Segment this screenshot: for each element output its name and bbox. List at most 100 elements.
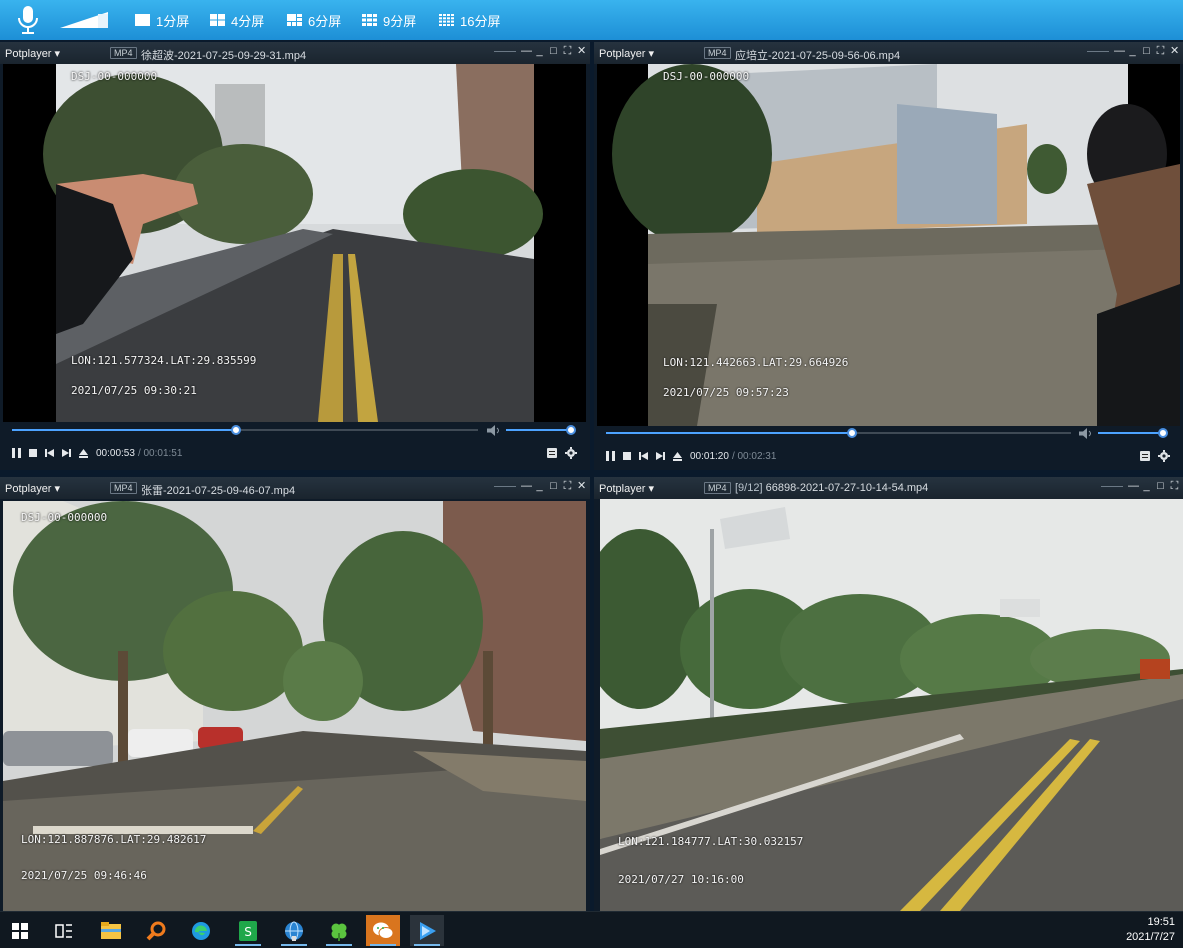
taskbar-wechat[interactable]: [366, 915, 400, 946]
taskbar-spreadsheet[interactable]: S: [231, 915, 265, 946]
taskbar-file-explorer[interactable]: [94, 915, 128, 946]
taskbar-clover[interactable]: [322, 915, 356, 946]
pin-button[interactable]: —: [1128, 481, 1139, 492]
fullscreen-button[interactable]: ⛶: [1170, 481, 1179, 492]
layout-16-button[interactable]: 16分屏: [439, 11, 500, 29]
stop-icon[interactable]: [29, 449, 37, 457]
potplayer-menu[interactable]: Potplayer ▾: [5, 47, 60, 60]
task-view-button[interactable]: [47, 915, 81, 946]
volume-slider[interactable]: [1098, 428, 1168, 438]
osd-datetime: 2021/07/25 09:30:21: [71, 384, 197, 397]
eject-icon[interactable]: [673, 451, 682, 461]
minimize-button[interactable]: _: [535, 481, 544, 492]
osd-coordinates: LON:121.887876.LAT:29.482617: [21, 833, 207, 846]
minimize-button[interactable]: _: [1142, 481, 1151, 492]
fullscreen-button[interactable]: ⛶: [563, 46, 572, 57]
previous-icon[interactable]: [639, 452, 648, 460]
fullscreen-button[interactable]: ⛶: [563, 481, 572, 492]
potplayer-menu[interactable]: Potplayer ▾: [5, 482, 60, 495]
system-clock[interactable]: 19:51 2021/7/27: [1126, 915, 1175, 945]
pause-icon[interactable]: [606, 451, 615, 461]
next-icon[interactable]: [62, 449, 71, 457]
clover-app-icon: [331, 923, 347, 941]
speaker-icon[interactable]: [487, 425, 503, 436]
maximize-button[interactable]: □: [549, 46, 558, 57]
player-title-bar[interactable]: Potplayer ▾ MP4 徐超波-2021-07-25-09-29-31.…: [0, 42, 590, 64]
player-title-bar[interactable]: Potplayer ▾ MP4 [9/12] 66898-2021-07-27-…: [594, 477, 1183, 499]
taskbar-edge[interactable]: [184, 915, 218, 946]
running-indicator: [281, 944, 307, 946]
player-title-bar[interactable]: Potplayer ▾ MP4 张雷-2021-07-25-09-46-07.m…: [0, 477, 590, 499]
minimize-button[interactable]: _: [1128, 46, 1137, 57]
layout-9-icon: [362, 14, 377, 26]
total-time: / 00:02:31: [731, 450, 777, 462]
eject-icon[interactable]: [79, 448, 88, 458]
layout-1-label: 1分屏: [156, 13, 190, 29]
pause-icon[interactable]: [12, 448, 21, 458]
previous-icon[interactable]: [45, 449, 54, 457]
layout-16-label: 16分屏: [460, 13, 501, 29]
windows-start-icon: [12, 922, 28, 939]
volume-handle[interactable]: [566, 425, 576, 435]
speaker-icon[interactable]: [1079, 428, 1095, 439]
close-button[interactable]: ✕: [1170, 46, 1179, 57]
playlist-icon[interactable]: [547, 448, 557, 458]
taskbar-potplayer[interactable]: [410, 915, 444, 946]
format-badge: MP4: [110, 482, 137, 494]
player-title-bar[interactable]: Potplayer ▾ MP4 应培立-2021-07-25-09-56-06.…: [594, 42, 1183, 64]
video-scene: [3, 501, 586, 911]
settings-gear-icon[interactable]: [565, 447, 577, 459]
svg-text:S: S: [244, 925, 252, 939]
osd-device-id: DSJ-00-000000: [71, 70, 158, 83]
video-scene: [597, 64, 1180, 426]
player-pane-3[interactable]: Potplayer ▾ MP4 张雷-2021-07-25-09-46-07.m…: [0, 477, 590, 911]
player-pane-2[interactable]: Potplayer ▾ MP4 应培立-2021-07-25-09-56-06.…: [594, 42, 1183, 470]
layout-9-button[interactable]: 9分屏: [362, 11, 416, 29]
maximize-button[interactable]: □: [1142, 46, 1151, 57]
taskbar-search-app[interactable]: [139, 915, 173, 946]
maximize-button[interactable]: □: [549, 481, 558, 492]
pin-button[interactable]: —: [521, 46, 532, 57]
layout-6-label: 6分屏: [308, 13, 342, 29]
video-frame[interactable]: DSJ-00-000000 LON:121.887876.LAT:29.4826…: [3, 501, 586, 911]
seek-handle[interactable]: [230, 425, 241, 435]
pin-button[interactable]: —: [521, 481, 532, 492]
player-pane-4[interactable]: Potplayer ▾ MP4 [9/12] 66898-2021-07-27-…: [594, 477, 1183, 911]
running-indicator: [414, 944, 440, 946]
video-frame[interactable]: LON:121.184777.LAT:30.032157 2021/07/27 …: [600, 499, 1183, 911]
player-grid: Potplayer ▾ MP4 徐超波-2021-07-25-09-29-31.…: [0, 40, 1183, 911]
fullscreen-button[interactable]: ⛶: [1156, 46, 1165, 57]
volume-slider[interactable]: [506, 425, 576, 435]
potplayer-menu[interactable]: Potplayer ▾: [599, 482, 654, 495]
next-icon[interactable]: [656, 452, 665, 460]
layout-6-button[interactable]: 6分屏: [287, 11, 341, 29]
volume-level-icon[interactable]: [60, 11, 110, 29]
player-pane-1[interactable]: Potplayer ▾ MP4 徐超波-2021-07-25-09-29-31.…: [0, 42, 590, 470]
file-name: 张雷-2021-07-25-09-46-07.mp4: [141, 485, 296, 497]
layout-1-button[interactable]: 1分屏: [135, 11, 189, 29]
pin-button[interactable]: —: [1114, 46, 1125, 57]
maximize-button[interactable]: □: [1156, 481, 1165, 492]
settings-gear-icon[interactable]: [1158, 450, 1170, 462]
seek-bar[interactable]: [606, 428, 1071, 438]
file-name: 徐超波-2021-07-25-09-29-31.mp4: [141, 50, 307, 62]
video-frame[interactable]: DSJ-00-000000 LON:121.577324.LAT:29.8355…: [3, 64, 586, 422]
osd-device-id: DSJ-00-000000: [663, 70, 750, 83]
playlist-icon[interactable]: [1140, 451, 1150, 461]
microphone-icon[interactable]: [16, 5, 40, 35]
close-button[interactable]: ✕: [577, 46, 586, 57]
potplayer-menu[interactable]: Potplayer ▾: [599, 47, 654, 60]
close-button[interactable]: ✕: [577, 481, 586, 492]
seek-handle[interactable]: [847, 428, 858, 438]
start-button[interactable]: [3, 915, 37, 946]
minimize-button[interactable]: _: [535, 46, 544, 57]
seek-bar[interactable]: [12, 425, 478, 435]
osd-datetime: 2021/07/25 09:46:46: [21, 869, 147, 882]
volume-handle[interactable]: [1158, 428, 1168, 438]
stop-icon[interactable]: [623, 452, 631, 460]
layout-16-icon: [439, 14, 454, 26]
video-frame[interactable]: DSJ-00-000000 LON:121.442663.LAT:29.6649…: [597, 64, 1180, 426]
taskbar-network[interactable]: [277, 915, 311, 946]
title-separator: [494, 51, 516, 52]
layout-4-button[interactable]: 4分屏: [210, 11, 264, 29]
